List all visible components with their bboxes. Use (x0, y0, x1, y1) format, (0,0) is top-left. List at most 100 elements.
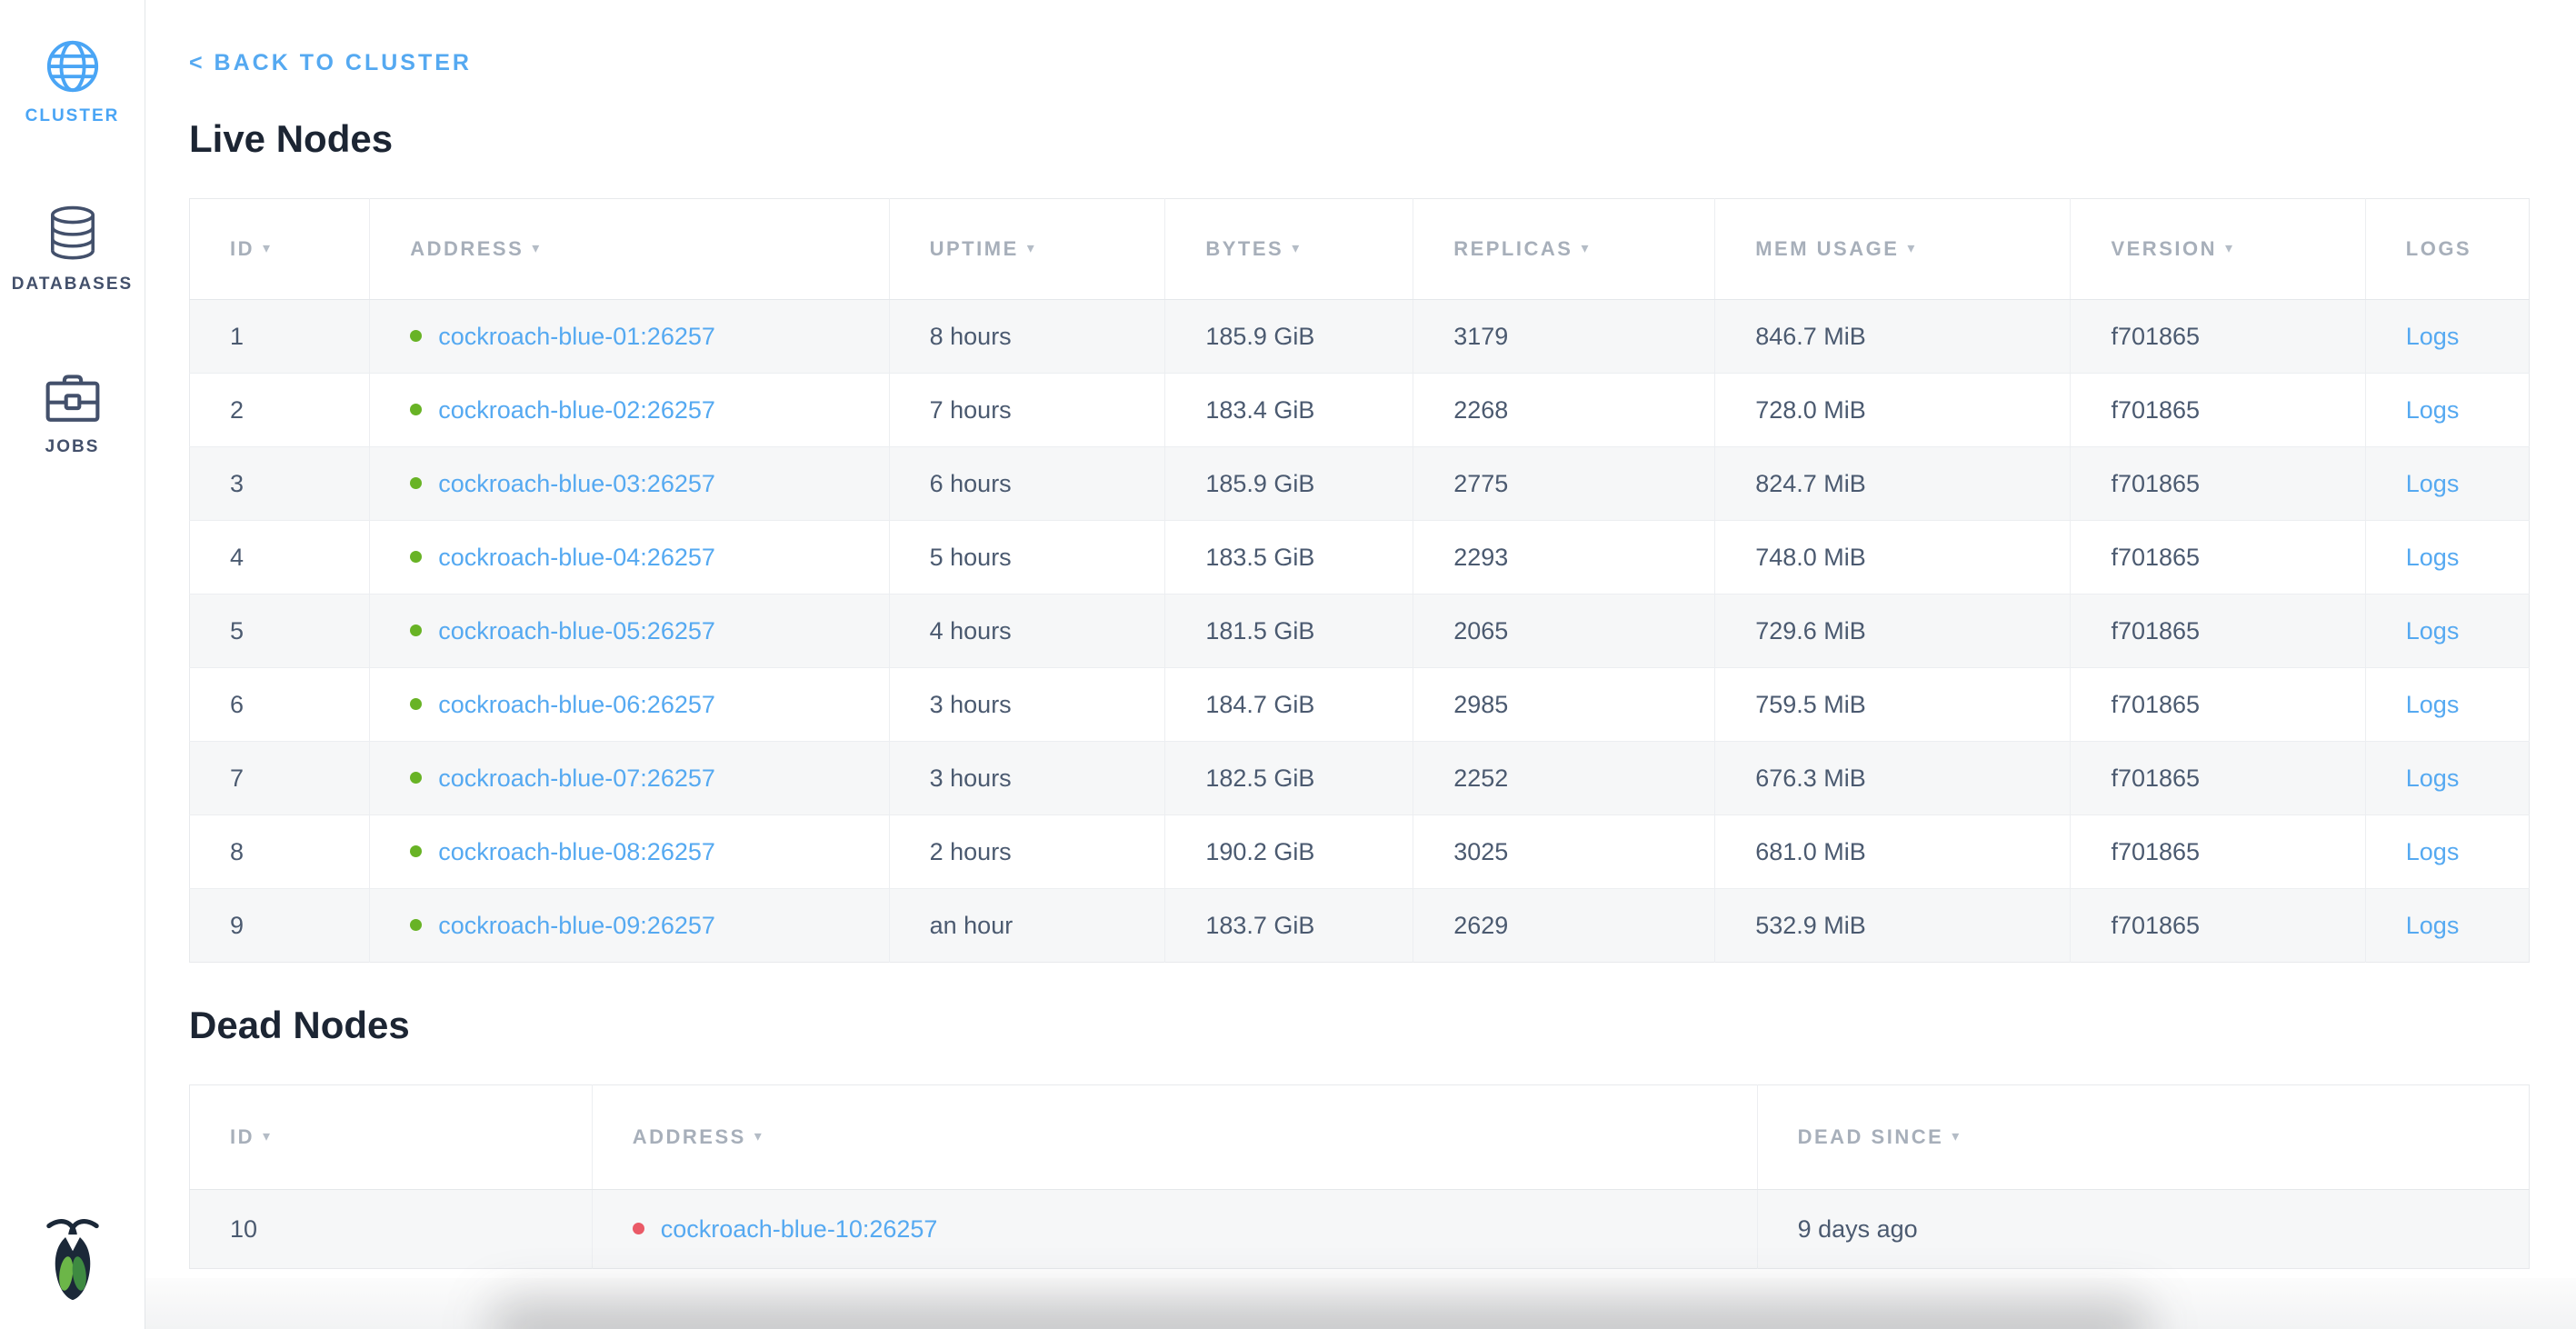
header-row: ID▾ADDRESS▾DEAD SINCE▾ (190, 1085, 2530, 1190)
cell-mem_usage: 532.9 MiB (1715, 889, 2071, 963)
node-address-link[interactable]: cockroach-blue-03:26257 (438, 470, 715, 497)
cell-logs: Logs (2365, 521, 2529, 595)
cockroach-bug-icon (44, 1215, 102, 1303)
node-address-link[interactable]: cockroach-blue-10:26257 (661, 1215, 938, 1243)
cell-id: 3 (190, 447, 370, 521)
cell-mem_usage: 729.6 MiB (1715, 595, 2071, 668)
column-header-id[interactable]: ID▾ (190, 199, 370, 300)
logs-link[interactable]: Logs (2406, 396, 2460, 424)
logs-link[interactable]: Logs (2406, 544, 2460, 571)
cell-mem_usage: 676.3 MiB (1715, 742, 2071, 815)
column-header-label: UPTIME (930, 237, 1019, 260)
column-header-address[interactable]: ADDRESS ▾ (370, 199, 889, 300)
live-status-dot-icon (410, 845, 422, 857)
column-header-mem_usage[interactable]: MEM USAGE▾ (1715, 199, 2071, 300)
cell-id: 5 (190, 595, 370, 668)
cockroachdb-admin-ui: CLUSTER DATABASES JOBS (0, 0, 2576, 1269)
cell-version: f701865 (2071, 815, 2365, 889)
logs-link[interactable]: Logs (2406, 912, 2460, 939)
node-address-link[interactable]: cockroach-blue-07:26257 (438, 764, 715, 792)
cell-address: cockroach-blue-07:26257 (370, 742, 889, 815)
logs-link[interactable]: Logs (2406, 691, 2460, 718)
cell-bytes: 185.9 GiB (1165, 447, 1413, 521)
column-header-label: ADDRESS (410, 237, 524, 260)
back-to-cluster-link[interactable]: < BACK TO CLUSTER (189, 49, 472, 76)
sidebar-item-label: CLUSTER (25, 106, 120, 126)
cell-version: f701865 (2071, 889, 2365, 963)
sidebar-item-databases[interactable]: DATABASES (0, 205, 145, 295)
column-header-uptime[interactable]: UPTIME ▾ (889, 199, 1165, 300)
sort-arrow-icon: ▾ (1027, 241, 1037, 256)
node-address-link[interactable]: cockroach-blue-04:26257 (438, 544, 715, 571)
column-header-label: DEAD SINCE (1798, 1125, 1944, 1148)
column-header-dead_since[interactable]: DEAD SINCE▾ (1757, 1085, 2529, 1190)
live-status-dot-icon (410, 404, 422, 415)
cell-logs: Logs (2365, 668, 2529, 742)
cell-mem_usage: 824.7 MiB (1715, 447, 2071, 521)
cell-uptime: an hour (889, 889, 1165, 963)
column-header-label: REPLICAS (1453, 237, 1573, 260)
cell-id: 9 (190, 889, 370, 963)
node-row: 3 cockroach-blue-03:26257 6 hours185.9 GiB… (190, 447, 2530, 521)
cell-bytes: 183.5 GiB (1165, 521, 1413, 595)
cell-version: f701865 (2071, 374, 2365, 447)
cell-id: 4 (190, 521, 370, 595)
cell-logs: Logs (2365, 447, 2529, 521)
sidebar-item-cluster[interactable]: CLUSTER (0, 38, 145, 126)
cell-version: f701865 (2071, 300, 2365, 374)
column-header-label: VERSION (2111, 237, 2217, 260)
column-header-bytes[interactable]: BYTES▾ (1165, 199, 1413, 300)
cell-id: 6 (190, 668, 370, 742)
live-status-dot-icon (410, 625, 422, 636)
node-row: 7cockroach-blue-07:262573 hours182.5 GiB… (190, 742, 2530, 815)
cell-replicas: 2293 (1413, 521, 1715, 595)
node-address-link[interactable]: cockroach-blue-01:26257 (438, 323, 715, 350)
cell-dead_since: 9 days ago (1757, 1190, 2529, 1269)
cell-uptime: 3 hours (889, 668, 1165, 742)
cell-mem_usage: 748.0 MiB (1715, 521, 2071, 595)
sort-arrow-icon: ▾ (263, 241, 273, 256)
sort-arrow-icon: ▾ (532, 241, 542, 256)
logs-link[interactable]: Logs (2406, 470, 2460, 497)
dead-status-dot-icon (633, 1223, 644, 1234)
database-icon (46, 205, 99, 263)
logs-link[interactable]: Logs (2406, 323, 2460, 350)
column-header-label: ADDRESS (633, 1125, 746, 1148)
live-nodes-title: Live Nodes (189, 118, 2531, 160)
briefcase-icon (45, 373, 101, 425)
cell-address: cockroach-blue-05:26257 (370, 595, 889, 668)
node-row: 8cockroach-blue-08:262572 hours190.2 GiB… (190, 815, 2530, 889)
cell-mem_usage: 681.0 MiB (1715, 815, 2071, 889)
cell-version: f701865 (2071, 521, 2365, 595)
node-address-link[interactable]: cockroach-blue-02:26257 (438, 396, 715, 424)
column-header-replicas[interactable]: REPLICAS▾ (1413, 199, 1715, 300)
sidebar-item-jobs[interactable]: JOBS (0, 373, 145, 457)
cell-logs: Logs (2365, 742, 2529, 815)
cell-bytes: 183.7 GiB (1165, 889, 1413, 963)
node-address-link[interactable]: cockroach-blue-06:26257 (438, 691, 715, 718)
sort-arrow-icon: ▾ (1292, 241, 1302, 256)
cell-address: cockroach-blue-03:26257 (370, 447, 889, 521)
live-status-dot-icon (410, 551, 422, 563)
globe-icon (45, 38, 101, 95)
live-status-dot-icon (410, 772, 422, 784)
cell-bytes: 190.2 GiB (1165, 815, 1413, 889)
cell-replicas: 2065 (1413, 595, 1715, 668)
column-header-id[interactable]: ID▾ (190, 1085, 593, 1190)
column-header-version[interactable]: VERSION▾ (2071, 199, 2365, 300)
node-address-link[interactable]: cockroach-blue-08:26257 (438, 838, 715, 865)
cell-version: f701865 (2071, 447, 2365, 521)
node-address-link[interactable]: cockroach-blue-05:26257 (438, 617, 715, 645)
cell-bytes: 182.5 GiB (1165, 742, 1413, 815)
cell-replicas: 2985 (1413, 668, 1715, 742)
logs-link[interactable]: Logs (2406, 617, 2460, 645)
cell-address: cockroach-blue-08:26257 (370, 815, 889, 889)
logs-link[interactable]: Logs (2406, 838, 2460, 865)
cell-uptime: 6 hours (889, 447, 1165, 521)
logs-link[interactable]: Logs (2406, 764, 2460, 792)
live-status-dot-icon (410, 919, 422, 931)
live-status-dot-icon (410, 330, 422, 342)
cell-bytes: 184.7 GiB (1165, 668, 1413, 742)
column-header-address[interactable]: ADDRESS▾ (592, 1085, 1757, 1190)
node-address-link[interactable]: cockroach-blue-09:26257 (438, 912, 715, 939)
